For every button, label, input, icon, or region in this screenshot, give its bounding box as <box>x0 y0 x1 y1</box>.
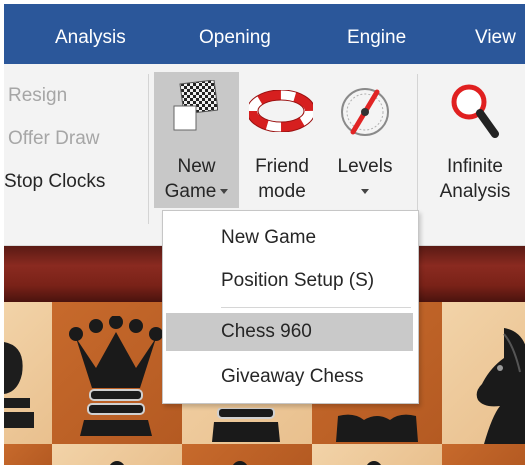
friend-mode-button[interactable]: Friend mode <box>244 72 320 208</box>
new-game-label-2: Game <box>164 181 217 202</box>
magnifier-icon <box>449 82 499 145</box>
levels-button[interactable]: Levels <box>329 72 401 208</box>
chevron-down-icon <box>220 189 229 195</box>
menu-item-chess-960[interactable]: Chess 960 <box>166 313 413 351</box>
tab-analysis[interactable]: Analysis <box>55 26 126 50</box>
levels-label: Levels <box>337 156 393 177</box>
black-pawn-piece[interactable] <box>365 456 383 465</box>
levels-dropdown-wrap <box>329 179 401 205</box>
menu-item-giveaway-chess[interactable]: Giveaway Chess <box>163 358 418 396</box>
infinite-analysis-label-2: Analysis <box>439 181 511 202</box>
resign-button[interactable]: Resign <box>8 84 67 108</box>
board-square[interactable] <box>4 444 52 465</box>
tab-engine[interactable]: Engine <box>347 26 406 50</box>
dial-icon <box>339 86 391 143</box>
tab-opening[interactable]: Opening <box>199 26 271 50</box>
ribbon-group-separator <box>417 74 418 224</box>
black-knight-piece[interactable] <box>474 328 525 449</box>
ribbon-group-separator <box>148 74 149 224</box>
ribbon-tab-bar: Analysis Opening Engine View <box>4 4 525 64</box>
black-piece-base[interactable] <box>334 412 420 449</box>
infinite-analysis-button[interactable]: Infinite Analysis <box>429 72 521 208</box>
black-bishop-piece[interactable] <box>4 332 34 437</box>
new-game-label-1: New <box>177 156 216 177</box>
infinite-analysis-label-1: Infinite <box>447 156 503 177</box>
chessboard-icon <box>172 79 219 137</box>
new-game-dropdown-menu: New Game Position Setup (S) Chess 960 Gi… <box>162 210 419 404</box>
chevron-down-icon <box>361 189 369 195</box>
menu-separator <box>221 307 411 308</box>
menu-item-position-setup[interactable]: Position Setup (S) <box>163 262 418 300</box>
menu-item-new-game[interactable]: New Game <box>163 219 418 257</box>
app-window: Analysis Opening Engine View Resign Offe… <box>4 4 525 465</box>
offer-draw-button[interactable]: Offer Draw <box>8 127 100 151</box>
black-queen-piece[interactable] <box>66 315 166 445</box>
friend-mode-label-2: mode <box>258 181 306 202</box>
black-pawn-piece[interactable] <box>231 456 249 465</box>
tab-view[interactable]: View <box>475 26 516 50</box>
new-game-button[interactable]: New Game <box>154 72 239 208</box>
black-piece-base[interactable] <box>212 407 280 449</box>
black-pawn-piece[interactable] <box>108 456 126 465</box>
new-game-label-2-wrap: Game <box>154 179 239 205</box>
friend-mode-label-1: Friend <box>255 156 309 177</box>
lifebuoy-icon <box>246 89 316 137</box>
stop-clocks-button[interactable]: Stop Clocks <box>4 170 105 194</box>
